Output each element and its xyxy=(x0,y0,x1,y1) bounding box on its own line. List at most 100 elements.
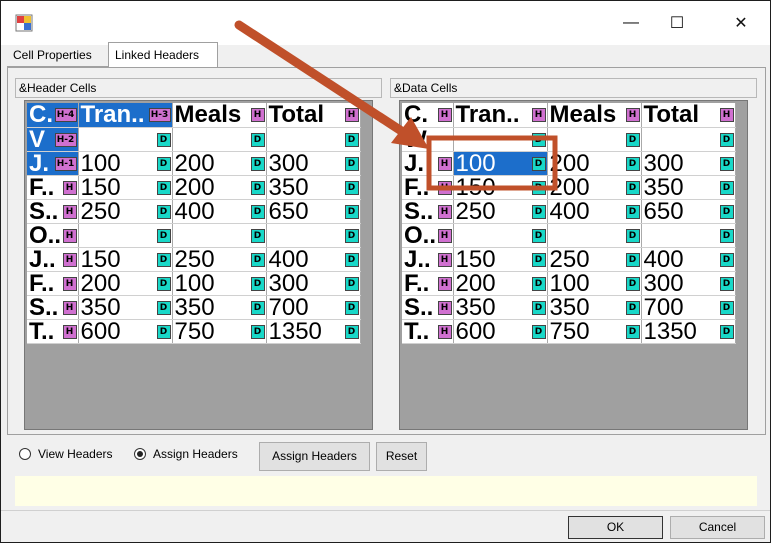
grid-cell[interactable]: 350 D xyxy=(547,295,642,320)
column-header-cell[interactable]: J.. H xyxy=(402,247,454,272)
grid-cell[interactable]: D xyxy=(453,223,548,248)
grid-cell[interactable]: D xyxy=(266,127,361,152)
grid-cell[interactable]: 200 D xyxy=(547,151,642,176)
column-header-cell[interactable]: Meals H xyxy=(547,103,642,128)
close-button[interactable]: ✕ xyxy=(718,1,764,45)
grid-cell[interactable]: 400 D xyxy=(172,199,267,224)
assign-headers-radio[interactable]: Assign Headers xyxy=(134,447,238,461)
column-header-cell[interactable]: W xyxy=(402,127,454,152)
cancel-button[interactable]: Cancel xyxy=(670,516,765,539)
column-header-cell[interactable]: Tran.. H xyxy=(453,103,548,128)
column-header-cell[interactable]: J. H-1 xyxy=(27,151,79,176)
grid-cell[interactable]: 250 D xyxy=(453,199,548,224)
column-header-cell[interactable]: Total H xyxy=(266,103,361,128)
grid-cell[interactable]: 300 D xyxy=(641,271,736,296)
grid-cell[interactable]: 200 D xyxy=(453,271,548,296)
grid-cell[interactable]: 100 D xyxy=(172,271,267,296)
column-header-cell[interactable]: O.. H xyxy=(27,223,79,248)
grid-cell[interactable]: 750 D xyxy=(172,319,267,344)
grid-cell[interactable]: 400 D xyxy=(547,199,642,224)
grid-cell[interactable]: 150 D xyxy=(453,247,548,272)
grid-cell[interactable]: D xyxy=(641,223,736,248)
tab-linked-headers[interactable]: Linked Headers xyxy=(108,42,218,67)
grid-cell[interactable]: D xyxy=(266,223,361,248)
data-cells-grid[interactable]: C. H Tran.. H Meals H Total H W D D D J. H 100 D 200 D 300… xyxy=(399,100,748,430)
header-marker-icon: H xyxy=(250,108,265,122)
column-header-cell[interactable]: F.. H xyxy=(402,271,454,296)
grid-cell[interactable]: 250 D xyxy=(172,247,267,272)
assign-headers-button[interactable]: Assign Headers xyxy=(259,442,370,471)
grid-cell[interactable]: 400 D xyxy=(641,247,736,272)
grid-cell[interactable]: 100 D xyxy=(453,151,548,176)
column-header-cell[interactable]: Total H xyxy=(641,103,736,128)
column-header-cell[interactable]: F.. H xyxy=(27,271,79,296)
grid-cell[interactable]: 100 D xyxy=(78,151,173,176)
grid-cell[interactable]: D xyxy=(547,223,642,248)
grid-cell[interactable]: 150 D xyxy=(78,247,173,272)
grid-cell[interactable]: 150 D xyxy=(78,175,173,200)
header-row: C. H Tran.. H Meals H Total H xyxy=(402,103,736,128)
grid-cell[interactable]: 200 D xyxy=(78,271,173,296)
column-header-cell[interactable]: C. H xyxy=(402,103,454,128)
grid-cell[interactable]: 600 D xyxy=(78,319,173,344)
column-header-cell[interactable]: F.. H xyxy=(27,175,79,200)
table-row: J.. H 150 D 250 D 400 D xyxy=(27,247,361,272)
grid-cell[interactable]: 350 D xyxy=(266,175,361,200)
column-header-cell[interactable]: Meals H xyxy=(172,103,267,128)
header-cells-grid[interactable]: C. H-4 Tran.. H-3 Meals H Total H V H-2 D D D J. H-1 10… xyxy=(24,100,373,430)
column-header-cell[interactable]: T.. H xyxy=(27,319,79,344)
grid-cell[interactable]: 650 D xyxy=(266,199,361,224)
grid-cell[interactable]: 600 D xyxy=(453,319,548,344)
grid-cell[interactable]: 250 D xyxy=(547,247,642,272)
grid-cell[interactable]: 750 D xyxy=(547,319,642,344)
minimize-button[interactable]: — xyxy=(608,1,654,45)
grid-cell[interactable]: D xyxy=(78,127,173,152)
grid-cell[interactable]: 700 D xyxy=(266,295,361,320)
column-header-cell[interactable]: Tran.. H-3 xyxy=(78,103,173,128)
grid-cell[interactable]: D xyxy=(641,127,736,152)
grid-cell[interactable]: 300 D xyxy=(266,271,361,296)
cell-text: 150 xyxy=(80,247,121,271)
grid-cell[interactable]: 1350 D xyxy=(641,319,736,344)
column-header-cell[interactable]: F.. H xyxy=(402,175,454,200)
grid-cell[interactable]: 350 D xyxy=(172,295,267,320)
grid-cell[interactable]: 300 D xyxy=(266,151,361,176)
view-headers-radio[interactable]: View Headers xyxy=(19,447,112,461)
grid-cell[interactable]: 150 D xyxy=(453,175,548,200)
column-header-cell[interactable]: O.. H xyxy=(402,223,454,248)
grid-cell[interactable]: 300 D xyxy=(641,151,736,176)
column-header-cell[interactable]: T.. H xyxy=(402,319,454,344)
grid-cell[interactable]: D xyxy=(547,127,642,152)
grid-cell[interactable]: D xyxy=(453,127,548,152)
column-header-cell[interactable]: S.. H xyxy=(27,295,79,320)
grid-cell[interactable]: 200 D xyxy=(172,175,267,200)
tab-cell-properties[interactable]: Cell Properties xyxy=(7,45,108,67)
grid-cell[interactable]: D xyxy=(78,223,173,248)
column-header-cell[interactable]: S.. H xyxy=(402,295,454,320)
reset-button[interactable]: Reset xyxy=(376,442,427,471)
grid-cell[interactable]: 250 D xyxy=(78,199,173,224)
column-header-cell[interactable]: C. H-4 xyxy=(27,103,79,128)
column-header-cell[interactable]: J. H xyxy=(402,151,454,176)
grid-cell[interactable]: 1350 D xyxy=(266,319,361,344)
cell-text: 200 xyxy=(174,151,215,175)
grid-cell[interactable]: 700 D xyxy=(641,295,736,320)
header-marker-icon: H xyxy=(62,252,77,267)
maximize-button[interactable]: ☐ xyxy=(654,1,700,45)
column-header-cell[interactable]: J.. H xyxy=(27,247,79,272)
grid-cell[interactable]: 350 D xyxy=(453,295,548,320)
grid-cell[interactable]: 350 D xyxy=(641,175,736,200)
column-header-cell[interactable]: S.. H xyxy=(402,199,454,224)
column-header-cell[interactable]: S.. H xyxy=(27,199,79,224)
grid-cell[interactable]: 400 D xyxy=(266,247,361,272)
grid-cell[interactable]: 100 D xyxy=(547,271,642,296)
cell-text: 350 xyxy=(643,175,684,199)
grid-cell[interactable]: 200 D xyxy=(172,151,267,176)
grid-cell[interactable]: 650 D xyxy=(641,199,736,224)
grid-cell[interactable]: 200 D xyxy=(547,175,642,200)
grid-cell[interactable]: 350 D xyxy=(78,295,173,320)
grid-cell[interactable]: D xyxy=(172,127,267,152)
column-header-cell[interactable]: V H-2 xyxy=(27,127,79,152)
ok-button[interactable]: OK xyxy=(568,516,663,539)
grid-cell[interactable]: D xyxy=(172,223,267,248)
